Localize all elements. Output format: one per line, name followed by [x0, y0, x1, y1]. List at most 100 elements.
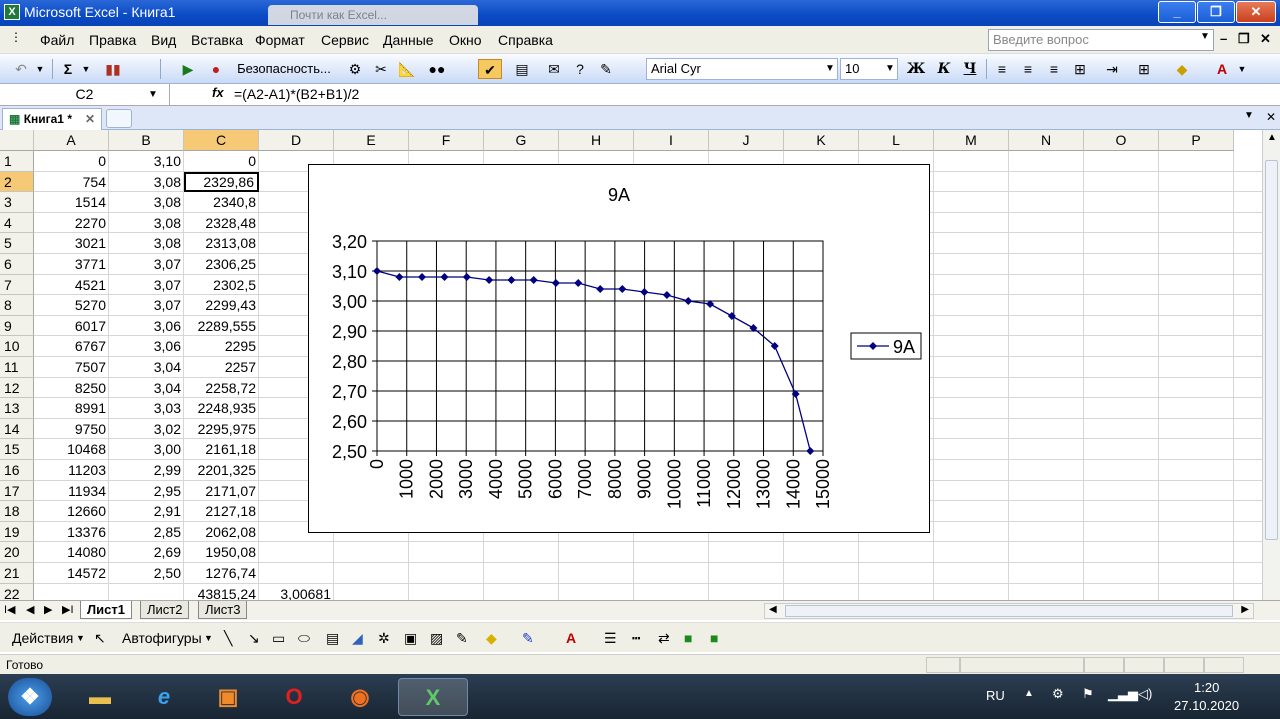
picture-icon[interactable]: ▨ — [430, 630, 443, 647]
rectangle-icon[interactable]: ▭ — [272, 630, 285, 647]
cell-B18[interactable]: 2,91 — [109, 501, 184, 521]
language-indicator[interactable]: RU — [986, 688, 1005, 703]
tools-icon[interactable]: ✂ — [370, 59, 392, 79]
arrow-icon[interactable]: ↘ — [248, 630, 260, 647]
prev-sheet-icon[interactable]: ◀ — [26, 603, 34, 616]
message-icon[interactable]: ✉ — [544, 59, 564, 79]
chevron-down-icon[interactable]: ▼ — [34, 59, 46, 79]
column-header-C[interactable]: C — [184, 130, 259, 151]
cell-B13[interactable]: 3,03 — [109, 398, 184, 418]
cell-B16[interactable]: 2,99 — [109, 460, 184, 480]
document-icon[interactable]: ▤ — [512, 59, 532, 79]
cell-A5[interactable]: 3021 — [34, 233, 109, 253]
cell-C10[interactable]: 2295 — [184, 336, 259, 356]
row-header-20[interactable]: 20 — [0, 542, 34, 563]
row-header-12[interactable]: 12 — [0, 377, 34, 399]
chevron-down-icon[interactable]: ▼ — [80, 59, 92, 79]
cell-C21[interactable]: 1276,74 — [184, 563, 259, 583]
chevron-down-icon[interactable]: ▼ — [76, 633, 85, 643]
cell-C2[interactable]: 2329,86 — [184, 171, 259, 192]
line-color-icon[interactable]: ✎ — [522, 630, 534, 647]
excel-taskbar-icon[interactable]: X — [398, 678, 468, 716]
new-tab-button[interactable] — [106, 109, 132, 128]
autoshapes-menu[interactable]: Автофигуры — [122, 630, 202, 646]
row-header-1[interactable]: 1 — [0, 151, 34, 172]
row-header-4[interactable]: 4 — [0, 212, 34, 234]
signal-icon[interactable]: ▁▃▅ — [1108, 686, 1138, 702]
cell-A1[interactable]: 0 — [34, 151, 109, 171]
menu-help[interactable]: Справка — [498, 32, 553, 48]
scroll-up-icon[interactable]: ▲ — [1267, 132, 1277, 143]
minimize-button[interactable]: _ — [1158, 1, 1196, 23]
sheet-tab-2[interactable]: Лист2 — [140, 601, 190, 619]
row-header-8[interactable]: 8 — [0, 295, 34, 316]
menu-insert[interactable]: Вставка — [191, 32, 243, 48]
cell-A20[interactable]: 14080 — [34, 542, 109, 562]
row-header-11[interactable]: 11 — [0, 357, 34, 378]
cell-B9[interactable]: 3,06 — [109, 316, 184, 336]
first-sheet-icon[interactable]: I◀ — [4, 603, 16, 616]
cell-A12[interactable]: 8250 — [34, 378, 109, 398]
row-header-18[interactable]: 18 — [0, 501, 34, 522]
autosum-icon[interactable]: Σ — [58, 59, 78, 79]
arrow-style-icon[interactable]: ⇄ — [658, 630, 670, 647]
actions-menu[interactable]: Действия — [12, 630, 73, 646]
clipart-icon[interactable]: ▣ — [404, 630, 417, 647]
align-left-icon[interactable]: ≡ — [992, 59, 1012, 79]
dash-style-icon[interactable]: ┅ — [632, 630, 640, 647]
clock-time[interactable]: 1:20 — [1194, 680, 1219, 695]
column-header-H[interactable]: H — [559, 130, 634, 151]
show-hidden-icons[interactable]: ▲ — [1024, 688, 1034, 699]
cell-C15[interactable]: 2161,18 — [184, 439, 259, 459]
row-header-2[interactable]: 2 — [0, 171, 34, 193]
vertical-scrollbar[interactable]: ▲ — [1262, 130, 1280, 600]
textbox-icon[interactable]: ▤ — [326, 630, 339, 647]
cell-A2[interactable]: 754 — [34, 172, 109, 192]
fill-color-icon[interactable]: ◆ — [486, 630, 497, 647]
shadow-icon[interactable]: ■ — [684, 630, 692, 646]
column-header-O[interactable]: O — [1084, 130, 1159, 151]
scroll-thumb[interactable] — [785, 605, 1233, 617]
workbook-tab[interactable]: ▦ Книга1 * ✕ — [2, 108, 102, 130]
cell-A19[interactable]: 13376 — [34, 522, 109, 542]
ie-icon[interactable]: e — [140, 678, 188, 716]
media-player-icon[interactable]: ▣ — [204, 678, 252, 716]
line-style-icon[interactable]: ☰ — [604, 630, 617, 647]
cell-A11[interactable]: 7507 — [34, 357, 109, 377]
cell-B7[interactable]: 3,07 — [109, 275, 184, 295]
cell-B15[interactable]: 3,00 — [109, 439, 184, 459]
cell-A10[interactable]: 6767 — [34, 336, 109, 356]
security-button[interactable]: Безопасность... — [232, 59, 336, 79]
format-icon[interactable]: ✎ — [456, 630, 468, 647]
cell-C12[interactable]: 2258,72 — [184, 378, 259, 398]
cell-B12[interactable]: 3,04 — [109, 378, 184, 398]
font-color-icon[interactable]: A — [1212, 59, 1232, 79]
italic-button[interactable]: К — [934, 59, 954, 79]
column-header-K[interactable]: K — [784, 130, 859, 151]
cell-B4[interactable]: 3,08 — [109, 213, 184, 233]
start-button[interactable]: ❖ — [8, 678, 52, 716]
column-header-N[interactable]: N — [1009, 130, 1084, 151]
column-header-F[interactable]: F — [409, 130, 484, 151]
row-header-3[interactable]: 3 — [0, 192, 34, 213]
diagram-icon[interactable]: ✲ — [378, 630, 390, 647]
cell-D22[interactable]: 3,00681 — [259, 584, 334, 600]
cell-A9[interactable]: 6017 — [34, 316, 109, 336]
record-icon[interactable]: ● — [208, 59, 224, 79]
cell-B20[interactable]: 2,69 — [109, 542, 184, 562]
chart[interactable]: 9A 3,20 3,10 3,00 2,90 2,80 2,70 2,60 2,50 0 1000 2… — [308, 164, 930, 533]
column-header-J[interactable]: J — [709, 130, 784, 151]
fill-color-icon[interactable]: ◆ — [1172, 59, 1192, 79]
cell-C9[interactable]: 2289,555 — [184, 316, 259, 336]
cell-B14[interactable]: 3,02 — [109, 419, 184, 439]
cell-C6[interactable]: 2306,25 — [184, 254, 259, 274]
column-header-G[interactable]: G — [484, 130, 559, 151]
cell-A4[interactable]: 2270 — [34, 213, 109, 233]
cell-A6[interactable]: 3771 — [34, 254, 109, 274]
chevron-down-icon[interactable]: ▼ — [885, 63, 895, 74]
line-icon[interactable]: ╲ — [224, 630, 232, 647]
macro-icon[interactable]: ●● — [426, 59, 448, 79]
visual-basic-icon[interactable]: ⚙ — [344, 59, 366, 79]
help-icon[interactable]: ? — [570, 59, 590, 79]
ask-question-input[interactable]: Введите вопрос — [988, 29, 1214, 51]
